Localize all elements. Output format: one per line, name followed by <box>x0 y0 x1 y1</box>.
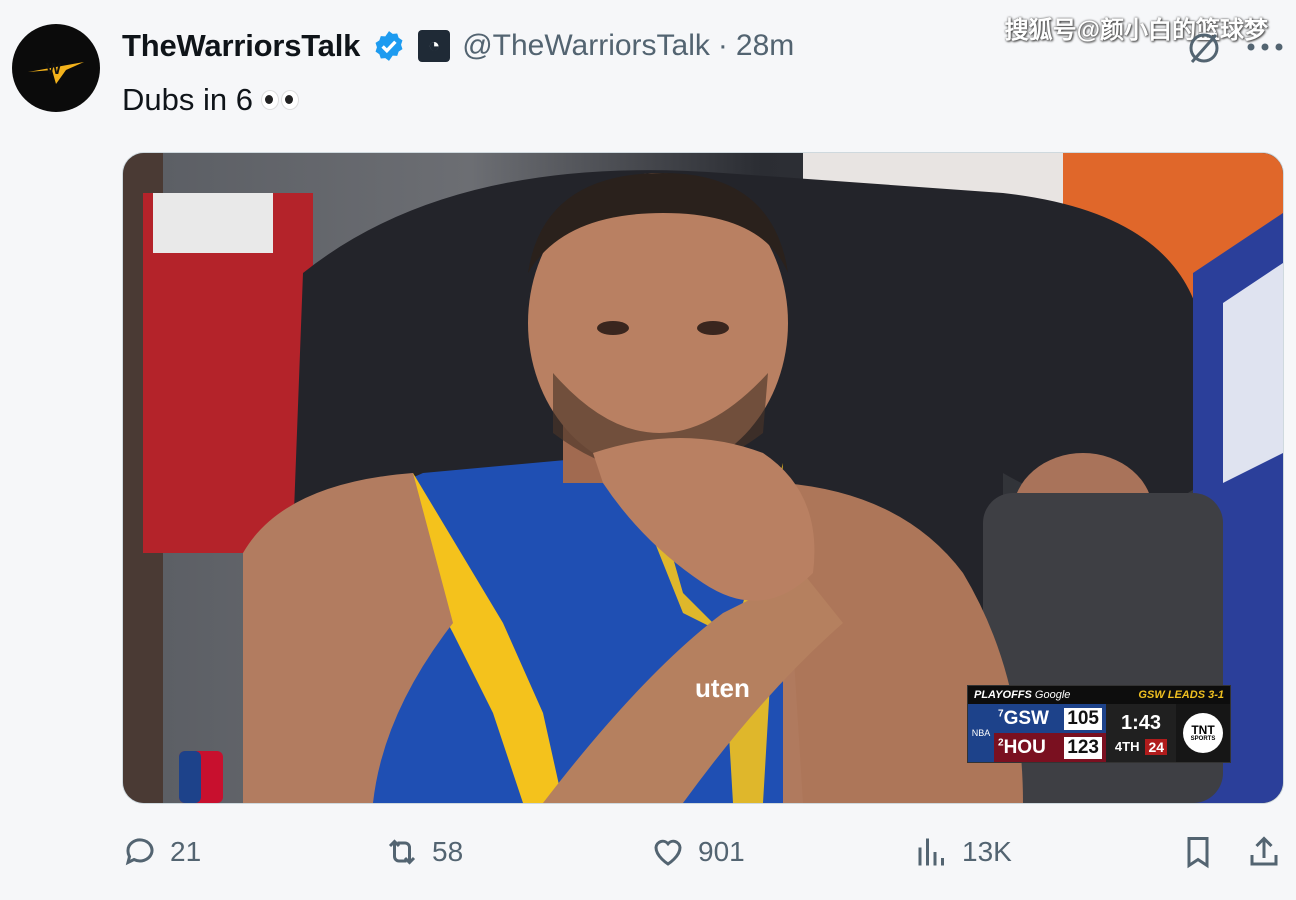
tweet-body: Dubs in 6 <box>122 82 253 117</box>
verified-badge-icon <box>375 31 403 61</box>
more-options-icon[interactable] <box>1246 42 1284 52</box>
network-logo: TNT SPORTS <box>1176 704 1230 762</box>
like-count: 901 <box>698 836 745 867</box>
scorebug-header: PLAYOFFS Google GSW LEADS 3-1 <box>968 686 1230 704</box>
playoffs-label: PLAYOFFS <box>974 689 1032 701</box>
network-name: TNT <box>1191 723 1215 737</box>
repost-button[interactable]: 58 <box>384 834 463 870</box>
svg-text:W: W <box>46 61 62 78</box>
like-button[interactable]: 901 <box>650 834 745 870</box>
handle[interactable]: @TheWarriorsTalk <box>462 29 710 63</box>
network-sub: SPORTS <box>1190 736 1216 742</box>
repost-count: 58 <box>432 836 464 867</box>
tweet-text: Dubs in 6 <box>122 82 299 118</box>
heart-icon <box>654 839 682 866</box>
eyes-emoji <box>260 90 299 110</box>
share-icon <box>1250 836 1278 866</box>
media-image[interactable]: uten PLAYOFFS Google GSW LEADS 3-1 NBA 7… <box>122 152 1284 804</box>
away-score: 123 <box>1064 736 1102 759</box>
jersey-sponsor: uten <box>695 673 750 703</box>
repost-icon <box>388 839 416 865</box>
scorebug: PLAYOFFS Google GSW LEADS 3-1 NBA 7GSW 1… <box>967 685 1231 763</box>
avatar[interactable]: W <box>12 24 100 112</box>
bookmark-icon <box>1187 837 1209 869</box>
home-team-row: 7GSW 105 <box>994 704 1106 733</box>
view-count: 13K <box>962 836 1012 867</box>
shot-clock: 24 <box>1145 738 1168 755</box>
reply-count: 21 <box>170 836 202 867</box>
series-status: GSW LEADS 3-1 <box>1138 689 1224 701</box>
away-team: HOU <box>1003 736 1046 758</box>
analytics-icon <box>918 838 944 866</box>
handle-and-time: @TheWarriorsTalk · 28m <box>462 29 794 63</box>
nba-logo-icon: NBA <box>968 704 994 762</box>
away-team-row: 2HOU 123 <box>994 733 1106 762</box>
home-score: 105 <box>1064 707 1102 730</box>
tweet-header: TheWarriorsTalk ◔ @TheWarriorsTalk · 28m <box>122 26 794 66</box>
share-button[interactable] <box>1246 834 1282 870</box>
clock-time: 1:43 <box>1120 711 1162 734</box>
bookmark-button[interactable] <box>1180 834 1216 870</box>
scorebug-teams: 7GSW 105 2HOU 123 <box>994 704 1106 762</box>
watermark: 搜狐号@颜小白的篮球梦 <box>1004 17 1268 44</box>
views-button[interactable]: 13K <box>914 834 1012 870</box>
affiliate-badge-icon[interactable]: ◔ <box>418 30 451 62</box>
tnt-logo-icon: TNT SPORTS <box>1183 713 1223 753</box>
action-bar: 21 58 901 13K <box>0 834 1296 878</box>
reply-button[interactable]: 21 <box>122 834 201 870</box>
timestamp[interactable]: 28m <box>736 29 794 63</box>
display-name[interactable]: TheWarriorsTalk <box>122 28 360 64</box>
sponsor-label: Google <box>1034 689 1071 701</box>
home-team: GSW <box>1003 707 1049 729</box>
reply-icon <box>125 838 154 866</box>
grok-icon[interactable] <box>1186 30 1222 66</box>
warriors-talk-logo-icon: W <box>28 61 84 84</box>
game-clock: 1:43 4TH 24 <box>1106 704 1176 762</box>
period: 4TH <box>1114 739 1140 754</box>
separator: · <box>717 29 728 62</box>
